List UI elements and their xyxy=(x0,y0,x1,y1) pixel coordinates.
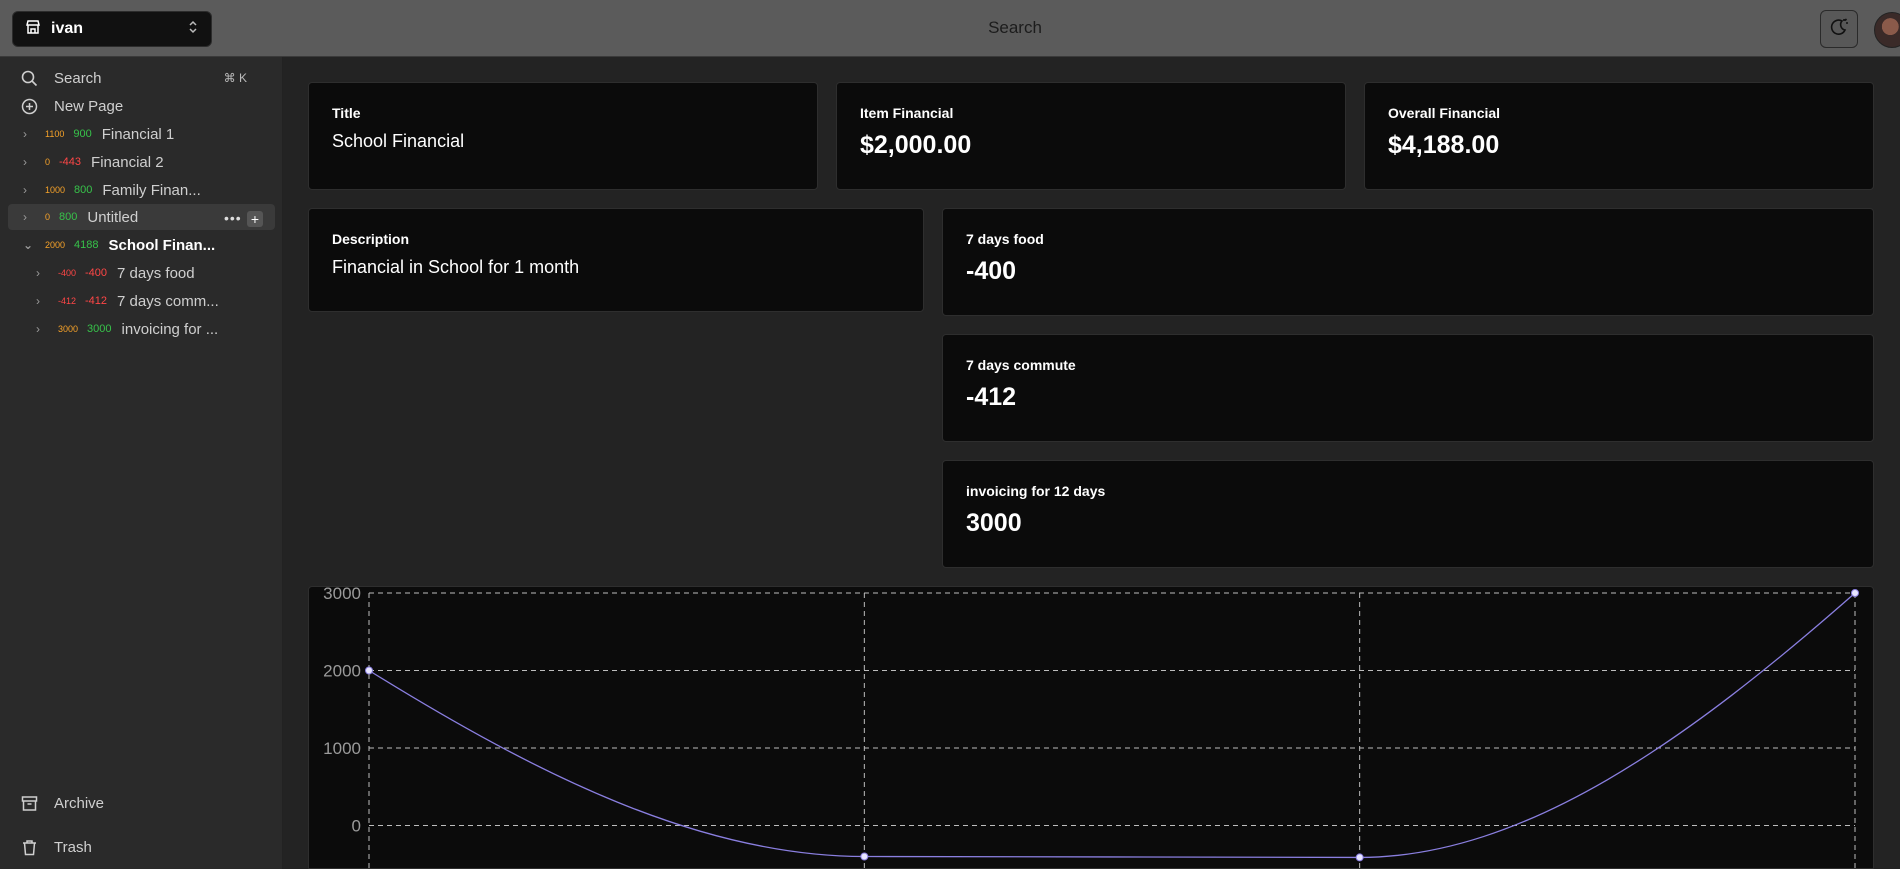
search-icon xyxy=(18,70,40,87)
top-search[interactable]: Search xyxy=(950,18,1080,38)
item-financial-card: Item Financial $2,000.00 xyxy=(836,82,1346,190)
page-amount-a: 1000 xyxy=(45,185,66,195)
data-point xyxy=(1355,853,1364,862)
page-amount-a: -412 xyxy=(58,296,77,306)
sidebar-page-family-finance[interactable]: › 1000 800 Family Finan... xyxy=(23,177,201,203)
entry-label: invoicing for 12 days xyxy=(966,483,1106,499)
chart-svg: 3000 2000 1000 0 xyxy=(323,587,1859,868)
plus-circle-icon xyxy=(18,98,40,115)
entry-value: -400 xyxy=(966,257,1017,285)
page-title: Untitled xyxy=(87,208,139,226)
overall-financial-card: Overall Financial $4,188.00 xyxy=(1364,82,1874,190)
y-tick-label: 3000 xyxy=(323,587,361,603)
entry-card-commute[interactable]: 7 days commute -412 xyxy=(942,334,1874,442)
page-title: invoicing for ... xyxy=(121,320,219,338)
sidebar-subpage-invoicing[interactable]: › 3000 3000 invoicing for ... xyxy=(36,316,218,342)
title-card-value[interactable]: School Financial xyxy=(332,131,794,152)
sidebar-search-label: Search xyxy=(54,69,102,87)
page-amount-a: 1100 xyxy=(45,129,65,139)
description-label: Description xyxy=(332,231,410,247)
new-page-label: New Page xyxy=(54,97,124,115)
y-tick-label: 0 xyxy=(352,817,361,836)
sidebar-page-school-finance[interactable]: ⌄ 2000 4188 School Finan... xyxy=(23,232,215,258)
chevron-right-icon: › xyxy=(23,183,27,197)
page-amount-b: 4188 xyxy=(74,239,99,251)
trash-label: Trash xyxy=(54,838,92,856)
chevron-right-icon: › xyxy=(23,155,27,169)
sidebar-search[interactable]: Search ⌘ K xyxy=(8,65,275,91)
data-point xyxy=(365,666,373,675)
page-amount-a: 0 xyxy=(45,212,51,222)
entry-label: 7 days food xyxy=(966,231,1044,247)
page-amount-a: 2000 xyxy=(45,240,66,250)
sidebar-subpage-commute[interactable]: › -412 -412 7 days comm... xyxy=(36,288,219,314)
chevron-right-icon: › xyxy=(36,294,40,308)
title-card: Title School Financial xyxy=(308,82,818,190)
entry-card-invoicing[interactable]: invoicing for 12 days 3000 xyxy=(942,460,1874,568)
page-title: 7 days food xyxy=(117,264,195,282)
sidebar-subpage-food[interactable]: › -400 -400 7 days food xyxy=(36,260,195,286)
chevron-right-icon: › xyxy=(23,127,27,141)
page-title: Family Finan... xyxy=(102,181,201,199)
archive-icon xyxy=(18,795,40,812)
page-amount-b: 800 xyxy=(74,184,93,196)
trash-button[interactable]: Trash xyxy=(8,834,275,860)
sidebar-page-financial-2[interactable]: › 0 -443 Financial 2 xyxy=(23,149,164,175)
item-financial-value: $2,000.00 xyxy=(860,131,972,159)
page-title: Financial 1 xyxy=(101,125,175,143)
chevron-down-icon: ⌄ xyxy=(23,238,34,252)
description-card: Description Financial in School for 1 mo… xyxy=(308,208,924,312)
store-icon xyxy=(25,19,41,40)
workspace-switcher[interactable]: ivan xyxy=(12,11,212,47)
sidebar-page-untitled[interactable]: › 0 800 Untitled xyxy=(23,204,138,230)
page-amount-b: 900 xyxy=(73,128,92,140)
y-tick-label: 2000 xyxy=(323,662,361,681)
page-amount-b: 800 xyxy=(59,211,78,223)
chevron-up-down-icon xyxy=(187,20,199,39)
chevron-right-icon: › xyxy=(36,266,40,280)
title-card-label: Title xyxy=(332,105,361,121)
page-amount-a: 0 xyxy=(45,157,51,167)
entry-value: -412 xyxy=(966,383,1017,411)
page-title: School Finan... xyxy=(108,236,216,254)
user-avatar[interactable] xyxy=(1874,12,1900,48)
page-amount-a: 3000 xyxy=(58,324,79,334)
page-title: Financial 2 xyxy=(91,153,164,171)
page-amount-b: -412 xyxy=(85,295,108,307)
entry-card-food[interactable]: 7 days food -400 xyxy=(942,208,1874,316)
entry-value: 3000 xyxy=(966,509,1022,537)
sidebar-page-financial-1[interactable]: › 1100 900 Financial 1 xyxy=(23,121,174,147)
page-title: 7 days comm... xyxy=(117,292,219,310)
archive-button[interactable]: Archive xyxy=(8,790,275,816)
add-subpage-icon[interactable]: + xyxy=(247,211,263,227)
sidebar: Search ⌘ K New Page ••• + › 1100 900 Fin… xyxy=(0,57,283,869)
page-amount-b: -400 xyxy=(85,267,108,279)
y-tick-label: 1000 xyxy=(323,739,361,758)
entry-label: 7 days commute xyxy=(966,357,1076,373)
overall-financial-value: $4,188.00 xyxy=(1388,131,1500,159)
page-amount-b: -443 xyxy=(59,156,82,168)
data-point xyxy=(1851,589,1859,597)
archive-label: Archive xyxy=(54,794,105,812)
chevron-right-icon: › xyxy=(23,210,27,224)
chevron-right-icon: › xyxy=(36,322,40,336)
workspace-name: ivan xyxy=(51,20,84,37)
trash-icon xyxy=(18,839,40,856)
data-point xyxy=(860,852,869,861)
series-line xyxy=(368,592,1856,859)
more-options-icon[interactable]: ••• xyxy=(224,210,242,226)
description-value[interactable]: Financial in School for 1 month xyxy=(332,257,900,278)
overall-financial-label: Overall Financial xyxy=(1388,105,1501,121)
moon-sun-icon xyxy=(1829,17,1849,42)
item-financial-label: Item Financial xyxy=(860,105,954,121)
financial-line-chart: 3000 2000 1000 0 xyxy=(308,586,1874,869)
page-amount-a: -400 xyxy=(58,268,77,278)
new-page-button[interactable]: New Page xyxy=(8,93,275,119)
search-shortcut: ⌘ K xyxy=(223,71,247,85)
theme-toggle-button[interactable] xyxy=(1820,10,1858,48)
page-amount-b: 3000 xyxy=(87,323,112,335)
top-bar: ivan Search xyxy=(0,0,1900,57)
